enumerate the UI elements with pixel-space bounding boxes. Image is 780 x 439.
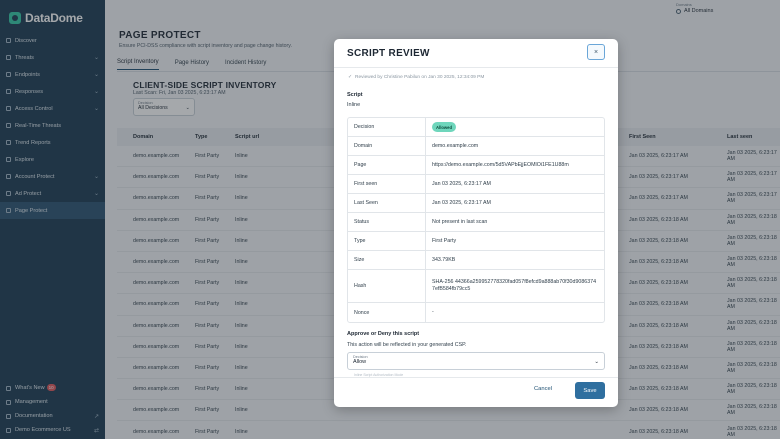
detail-value-cell: Allowed (426, 118, 604, 136)
detail-key: Size (348, 251, 426, 269)
detail-value: demo.example.com (432, 142, 479, 149)
reviewed-info: ✓ Reviewed by Christine Pabilun on Jan 3… (348, 75, 484, 80)
detail-key: Last Seen (348, 194, 426, 212)
detail-key: Decision (348, 118, 426, 136)
script-label: Script (347, 92, 363, 98)
decision-select-value: Allow (353, 359, 367, 365)
detail-row-page: Page https://demo.example.com/5d5VAPbEjjE… (348, 156, 604, 175)
approve-note: This action will be reflected in your ge… (347, 342, 467, 348)
detail-value-cell: First Party (426, 232, 604, 250)
detail-value: SHA-256 44366a259952778320fad057f8efcd9a… (432, 279, 597, 292)
detail-value: Not present in last scan (432, 218, 488, 225)
detail-value: 343.79KB (432, 256, 456, 263)
detail-key: Page (348, 156, 426, 174)
modal-header-divider (334, 67, 618, 68)
detail-row-first-seen: First seen Jan 03 2025, 6:23:17 AM (348, 175, 604, 194)
chevron-down-icon: ⌄ (594, 359, 599, 365)
script-value: Inline (347, 102, 361, 108)
detail-row-domain: Domain demo.example.com (348, 137, 604, 156)
script-details-table: Decision Allowed Domain demo.example.com Pag… (347, 117, 605, 323)
detail-key: Domain (348, 137, 426, 155)
decision-select[interactable]: Decision Allow ⌄ (347, 352, 605, 370)
save-button[interactable]: Save (575, 382, 605, 399)
detail-key: First seen (348, 175, 426, 193)
detail-value-cell: Jan 03 2025, 6:23:17 AM (426, 175, 604, 193)
detail-value-cell: https://demo.example.com/5d5VAPbEjjEOMlO… (426, 156, 604, 174)
detail-row-nonce: Nonce - (348, 303, 604, 322)
modal-footer-divider (334, 377, 618, 378)
detail-key: Status (348, 213, 426, 231)
close-icon: × (593, 48, 599, 56)
detail-value: Jan 03 2025, 6:23:17 AM (432, 199, 491, 206)
detail-value-cell: Not present in last scan (426, 213, 604, 231)
close-button[interactable]: × (587, 44, 605, 60)
reviewed-text: Reviewed by Christine Pabilun on Jan 30 … (355, 75, 485, 80)
detail-row-size: Size 343.79KB (348, 251, 604, 270)
detail-value: - (432, 309, 434, 315)
detail-key: Hash (348, 270, 426, 302)
detail-key: Type (348, 232, 426, 250)
script-review-modal: SCRIPT REVIEW × ✓ Reviewed by Christine … (334, 39, 618, 407)
detail-value-cell: 343.79KB (426, 251, 604, 269)
detail-value: Jan 03 2025, 6:23:17 AM (432, 180, 491, 187)
cancel-button[interactable]: Cancel (534, 386, 552, 392)
check-icon: ✓ (348, 75, 353, 80)
detail-value: First Party (432, 237, 457, 244)
modal-title: SCRIPT REVIEW (347, 48, 430, 59)
detail-value-cell: demo.example.com (426, 137, 604, 155)
detail-value-cell: - (426, 303, 604, 322)
detail-value-cell: SHA-256 44366a259952778320fad057f8efcd9a… (426, 270, 604, 302)
decision-status-badge: Allowed (432, 122, 457, 132)
detail-row-status: Status Not present in last scan (348, 213, 604, 232)
approve-label: Approve or Deny this script (347, 331, 420, 337)
detail-value-cell: Jan 03 2025, 6:23:17 AM (426, 194, 604, 212)
detail-value: https://demo.example.com/5d5VAPbEjjEOMlO… (432, 161, 569, 168)
detail-row-decision: Decision Allowed (348, 118, 604, 137)
detail-row-last-seen: Last Seen Jan 03 2025, 6:23:17 AM (348, 194, 604, 213)
detail-key: Nonce (348, 303, 426, 322)
detail-row-hash: Hash SHA-256 44366a259952778320fad057f8ef… (348, 270, 604, 303)
detail-row-type: Type First Party (348, 232, 604, 251)
